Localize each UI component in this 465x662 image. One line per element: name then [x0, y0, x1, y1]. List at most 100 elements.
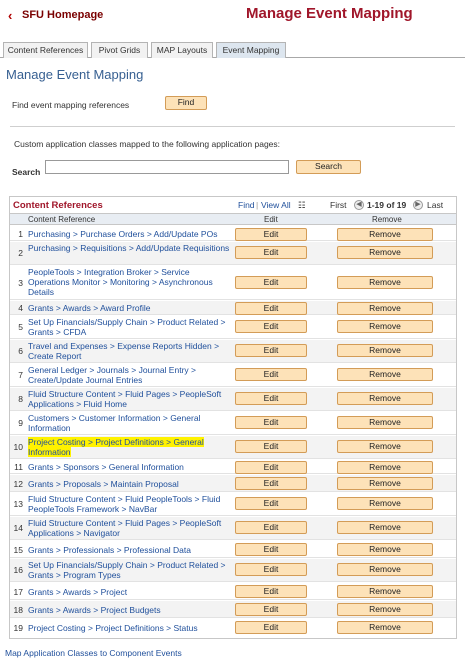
remove-button[interactable]: Remove: [337, 320, 433, 333]
row-number: 5: [18, 322, 23, 332]
search-input[interactable]: [45, 160, 289, 174]
remove-button[interactable]: Remove: [337, 621, 433, 634]
grid-title: Content References: [13, 200, 103, 211]
remove-button[interactable]: Remove: [337, 563, 433, 576]
tab-content-references[interactable]: Content References: [3, 42, 88, 58]
row-number: 17: [13, 587, 23, 597]
row-number: 8: [18, 394, 23, 404]
first-label: First: [330, 200, 347, 210]
content-reference-link[interactable]: Set Up Financials/Supply Chain > Product…: [28, 317, 233, 337]
content-reference-link[interactable]: Grants > Awards > Project Budgets: [28, 605, 233, 615]
edit-button[interactable]: Edit: [235, 621, 307, 634]
row-number: 13: [13, 499, 23, 509]
remove-button[interactable]: Remove: [337, 521, 433, 534]
content-reference-link[interactable]: Purchasing > Requisitions > Add/Update R…: [28, 243, 233, 253]
find-label: Find event mapping references: [12, 100, 130, 110]
content-reference-link[interactable]: PeopleTools > Integration Broker > Servi…: [28, 267, 233, 297]
edit-button[interactable]: Edit: [235, 585, 307, 598]
remove-button[interactable]: Remove: [337, 302, 433, 315]
table-row: 9 Customers > Customer Information > Gen…: [10, 412, 456, 435]
grid-separator: |: [256, 200, 259, 210]
remove-button[interactable]: Remove: [337, 368, 433, 381]
content-reference-link[interactable]: Grants > Awards > Award Profile: [28, 303, 233, 313]
grid-find-link[interactable]: Find: [238, 200, 255, 210]
content-reference-link[interactable]: Grants > Awards > Project: [28, 587, 233, 597]
content-reference-link[interactable]: Set Up Financials/Supply Chain > Product…: [28, 560, 233, 580]
edit-button[interactable]: Edit: [235, 392, 307, 405]
row-number: 9: [18, 418, 23, 428]
edit-button[interactable]: Edit: [235, 603, 307, 616]
search-button[interactable]: Search: [296, 160, 361, 174]
remove-button[interactable]: Remove: [337, 543, 433, 556]
tab-pivot-grids[interactable]: Pivot Grids: [91, 42, 148, 58]
download-icon[interactable]: ☷: [298, 200, 306, 211]
content-reference-link[interactable]: Fluid Structure Content > Fluid Pages > …: [28, 389, 233, 409]
remove-button[interactable]: Remove: [337, 497, 433, 510]
home-link[interactable]: SFU Homepage: [22, 9, 103, 21]
row-number: 10: [13, 442, 23, 452]
content-reference-link[interactable]: Customers > Customer Information > Gener…: [28, 413, 233, 433]
table-row: 3 PeopleTools > Integration Broker > Ser…: [10, 266, 456, 300]
edit-button[interactable]: Edit: [235, 563, 307, 576]
tab-event-mapping[interactable]: Event Mapping: [216, 42, 286, 58]
content-reference-link[interactable]: Purchasing > Purchase Orders > Add/Updat…: [28, 229, 233, 239]
remove-button[interactable]: Remove: [337, 228, 433, 241]
content-reference-link[interactable]: Grants > Proposals > Maintain Proposal: [28, 479, 233, 489]
map-application-classes-link[interactable]: Map Application Classes to Component Eve…: [5, 648, 182, 658]
view-all-link[interactable]: View All: [261, 200, 291, 210]
remove-button[interactable]: Remove: [337, 276, 433, 289]
content-reference-link[interactable]: General Ledger > Journals > Journal Entr…: [28, 365, 233, 385]
remove-button[interactable]: Remove: [337, 392, 433, 405]
info-text: Custom application classes mapped to the…: [14, 139, 281, 149]
remove-button[interactable]: Remove: [337, 461, 433, 474]
row-number: 7: [18, 370, 23, 380]
content-reference-link[interactable]: Fluid Structure Content > Fluid PeopleTo…: [28, 494, 233, 514]
edit-button[interactable]: Edit: [235, 416, 307, 429]
edit-button[interactable]: Edit: [235, 440, 307, 453]
remove-button[interactable]: Remove: [337, 416, 433, 429]
edit-button[interactable]: Edit: [235, 497, 307, 510]
edit-button[interactable]: Edit: [235, 228, 307, 241]
edit-button[interactable]: Edit: [235, 461, 307, 474]
row-number: 11: [14, 462, 23, 472]
next-icon[interactable]: ▶: [413, 200, 423, 210]
edit-button[interactable]: Edit: [235, 477, 307, 490]
edit-button[interactable]: Edit: [235, 543, 307, 556]
content-reference-link[interactable]: Fluid Structure Content > Fluid Pages > …: [28, 518, 233, 538]
table-row: 1 Purchasing > Purchase Orders > Add/Upd…: [10, 227, 456, 241]
divider: [10, 126, 455, 127]
table-row: 12 Grants > Proposals > Maintain Proposa…: [10, 475, 456, 492]
edit-button[interactable]: Edit: [235, 368, 307, 381]
edit-button[interactable]: Edit: [235, 276, 307, 289]
column-headers: Content Reference Edit Remove: [10, 213, 456, 225]
edit-button[interactable]: Edit: [235, 344, 307, 357]
content-references-grid: Content References Find | View All ☷ Fir…: [9, 196, 457, 639]
remove-button[interactable]: Remove: [337, 585, 433, 598]
content-reference-link[interactable]: Grants > Professionals > Professional Da…: [28, 545, 233, 555]
remove-button[interactable]: Remove: [337, 477, 433, 490]
row-number: 4: [18, 303, 23, 313]
header: ‹ SFU Homepage Manage Event Mapping: [0, 0, 465, 30]
remove-button[interactable]: Remove: [337, 246, 433, 259]
table-row: 19 Project Costing > Project Definitions…: [10, 619, 456, 637]
remove-button[interactable]: Remove: [337, 344, 433, 357]
app-title: Manage Event Mapping: [246, 5, 413, 22]
edit-button[interactable]: Edit: [235, 246, 307, 259]
back-chevron-icon[interactable]: ‹: [8, 8, 12, 23]
edit-button[interactable]: Edit: [235, 521, 307, 534]
remove-button[interactable]: Remove: [337, 603, 433, 616]
remove-button[interactable]: Remove: [337, 440, 433, 453]
table-row: 7 General Ledger > Journals > Journal En…: [10, 364, 456, 387]
row-number: 18: [13, 605, 23, 615]
edit-button[interactable]: Edit: [235, 302, 307, 315]
tab-map-layouts[interactable]: MAP Layouts: [151, 42, 213, 58]
previous-icon[interactable]: ◀: [354, 200, 364, 210]
edit-button[interactable]: Edit: [235, 320, 307, 333]
content-reference-link[interactable]: Travel and Expenses > Expense Reports Hi…: [28, 341, 233, 361]
find-button[interactable]: Find: [165, 96, 207, 110]
content-reference-link[interactable]: Project Costing > Project Definitions > …: [28, 437, 233, 457]
row-number: 2: [18, 248, 23, 258]
table-row: 14 Fluid Structure Content > Fluid Pages…: [10, 517, 456, 540]
content-reference-link[interactable]: Grants > Sponsors > General Information: [28, 462, 233, 472]
content-reference-link[interactable]: Project Costing > Project Definitions > …: [28, 623, 233, 633]
